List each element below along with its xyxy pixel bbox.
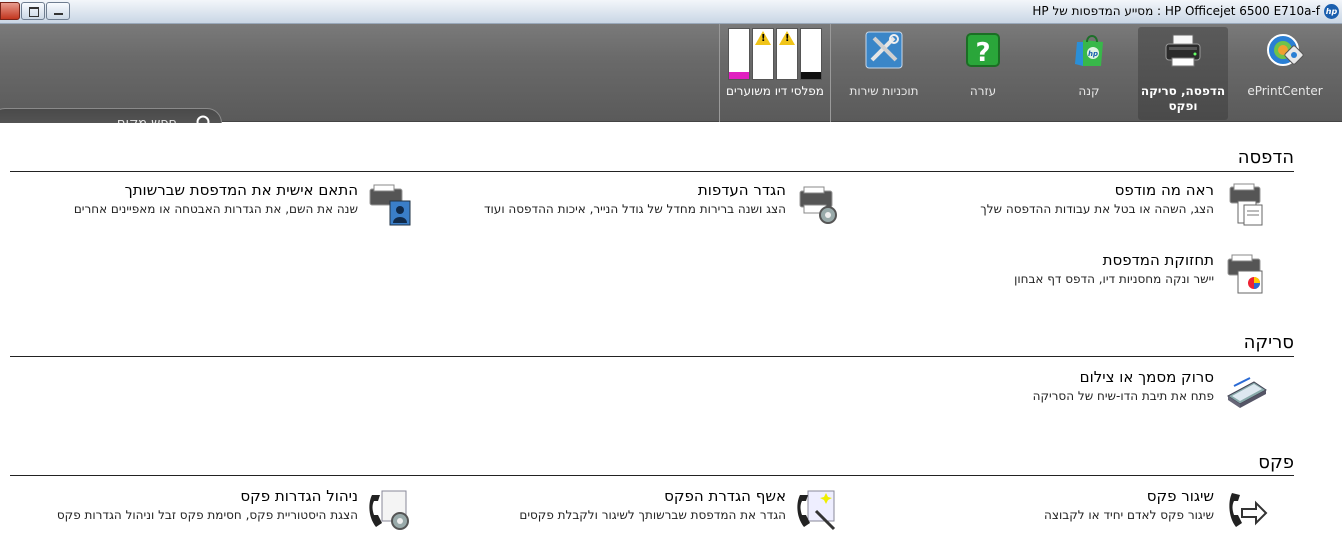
item-description: הגדר את המדפסת שברשותך לשיגור ולקבלת פקס…	[519, 508, 786, 522]
printer-icon	[1165, 34, 1201, 67]
print-queue-icon	[1229, 183, 1263, 226]
minimize-window-button[interactable]	[46, 2, 70, 20]
toolbar-item-print-scan-fax[interactable]: הדפסה, סריקה ופקס	[1138, 27, 1228, 120]
printer-maintenance-icon	[1227, 254, 1263, 294]
item-title: הגדר העדפות	[697, 181, 786, 199]
item-description: פתח את תיבת הדו-שיח של הסריקה	[1032, 389, 1214, 403]
window-titlebar: HP Officejet 6500 E710a-f : מסייע המדפסו…	[0, 0, 1342, 24]
toolbar-item-label: ePrintCenter	[1247, 84, 1323, 98]
restore-window-button[interactable]	[21, 2, 45, 20]
close-window-button[interactable]	[0, 2, 20, 20]
item-description: הצגת היסטוריית פקס, חסימת פקס זבל וניהול…	[56, 508, 358, 522]
ink-levels-panel[interactable]: מפלסי דיו משוערים	[719, 24, 831, 122]
section-divider	[10, 356, 1294, 357]
ink-cartridge	[800, 28, 822, 80]
ink-level-fill	[801, 71, 821, 79]
item-title: התאם אישית את המדפסת שברשותך	[124, 181, 358, 199]
print-item-printer-maintenance[interactable]: תחזוקת המדפסת יישר ונקה מחסניות דיו, הדפ…	[850, 251, 1270, 301]
item-description: יישר ונקה מחסניות דיו, הדפס דף אבחון	[1014, 272, 1214, 286]
toolbar-item-tools[interactable]: תוכניות שירות	[840, 24, 928, 122]
warning-icon	[779, 31, 795, 45]
section-title-fax: פקס	[1258, 452, 1294, 473]
ink-cartridge	[728, 28, 750, 80]
fax-item-send-fax[interactable]: שיגור פקס שיגור פקס לאדם יחיד או לקבוצה	[850, 487, 1270, 537]
toolbar-item-shop[interactable]: hp קנה	[1056, 24, 1122, 122]
shopping-bag-icon: hp	[1075, 35, 1103, 66]
fax-item-manage-settings[interactable]: ניהול הגדרות פקס הצגת היסטוריית פקס, חסי…	[0, 487, 414, 537]
ink-cartridge	[776, 28, 798, 80]
toolbar-item-label: הדפסה, סריקה ופקס	[1140, 84, 1226, 113]
print-item-set-preferences[interactable]: הגדר העדפות הצג ושנה ברירות מחדל של גודל…	[422, 181, 842, 231]
item-description: שנה את השם, את הגדרות האבטחה או מאפיינים…	[73, 202, 358, 216]
section-divider	[10, 171, 1294, 172]
scan-item-scan-document[interactable]: סרוק מסמך או צילום פתח את תיבת הדו-שיח ש…	[850, 368, 1270, 418]
main-content: הדפסה ראה מה מודפס הצג, השהה או בטל את ע…	[0, 123, 1342, 539]
scanner-icon	[1227, 377, 1267, 408]
toolbar-item-label: קנה	[1078, 84, 1100, 98]
item-title: אשף הגדרת הפקס	[664, 487, 786, 505]
main-toolbar: ePrintCenter הדפסה, סריקה ופקס hp קנה ? …	[0, 24, 1342, 138]
toolbar-item-label: תוכניות שירות	[849, 84, 919, 98]
item-description: הצג, השהה או בטל את עבודות ההדפסה שלך	[980, 202, 1214, 216]
toolbar-item-label: עזרה	[969, 84, 997, 98]
fax-wizard-icon	[797, 490, 836, 531]
toolbar-item-help[interactable]: ? עזרה	[950, 24, 1016, 122]
print-item-customize-printer[interactable]: התאם אישית את המדפסת שברשותך שנה את השם,…	[0, 181, 414, 231]
fax-settings-icon	[369, 490, 409, 530]
window-title: HP Officejet 6500 E710a-f : מסייע המדפסו…	[1032, 4, 1320, 18]
ink-level-fill	[729, 71, 749, 79]
svg-text:hp: hp	[1088, 50, 1098, 58]
item-title: סרוק מסמך או צילום	[1079, 368, 1214, 386]
item-title: תחזוקת המדפסת	[1102, 251, 1214, 269]
window-controls	[0, 2, 71, 20]
printer-user-icon	[369, 184, 411, 226]
section-title-print: הדפסה	[1237, 147, 1294, 168]
hp-logo-icon: hp	[1324, 4, 1339, 19]
printer-gear-icon	[799, 186, 837, 224]
section-title-scan: סריקה	[1243, 332, 1294, 353]
svg-text:?: ?	[975, 38, 990, 68]
help-icon: ?	[966, 33, 1000, 68]
fax-item-setup-wizard[interactable]: אשף הגדרת הפקס הגדר את המדפסת שברשותך לש…	[422, 487, 842, 537]
eprint-center-icon	[1267, 34, 1304, 66]
ink-cartridge	[752, 28, 774, 80]
item-description: הצג ושנה ברירות מחדל של גודל הנייר, איכו…	[483, 202, 786, 216]
toolbar-item-eprintcenter[interactable]: ePrintCenter	[1244, 24, 1326, 122]
ink-levels-label: מפלסי דיו משוערים	[726, 84, 824, 98]
tools-icon	[865, 31, 903, 69]
item-title: ניהול הגדרות פקס	[240, 487, 358, 505]
ink-cartridges	[728, 28, 822, 80]
send-fax-icon	[1229, 493, 1268, 527]
section-divider	[10, 475, 1294, 476]
warning-icon	[755, 31, 771, 45]
print-item-see-whats-printing[interactable]: ראה מה מודפס הצג, השהה או בטל את עבודות …	[850, 181, 1270, 231]
item-description: שיגור פקס לאדם יחיד או לקבוצה	[1044, 508, 1214, 522]
item-title: שיגור פקס	[1146, 487, 1214, 505]
item-title: ראה מה מודפס	[1114, 181, 1214, 199]
